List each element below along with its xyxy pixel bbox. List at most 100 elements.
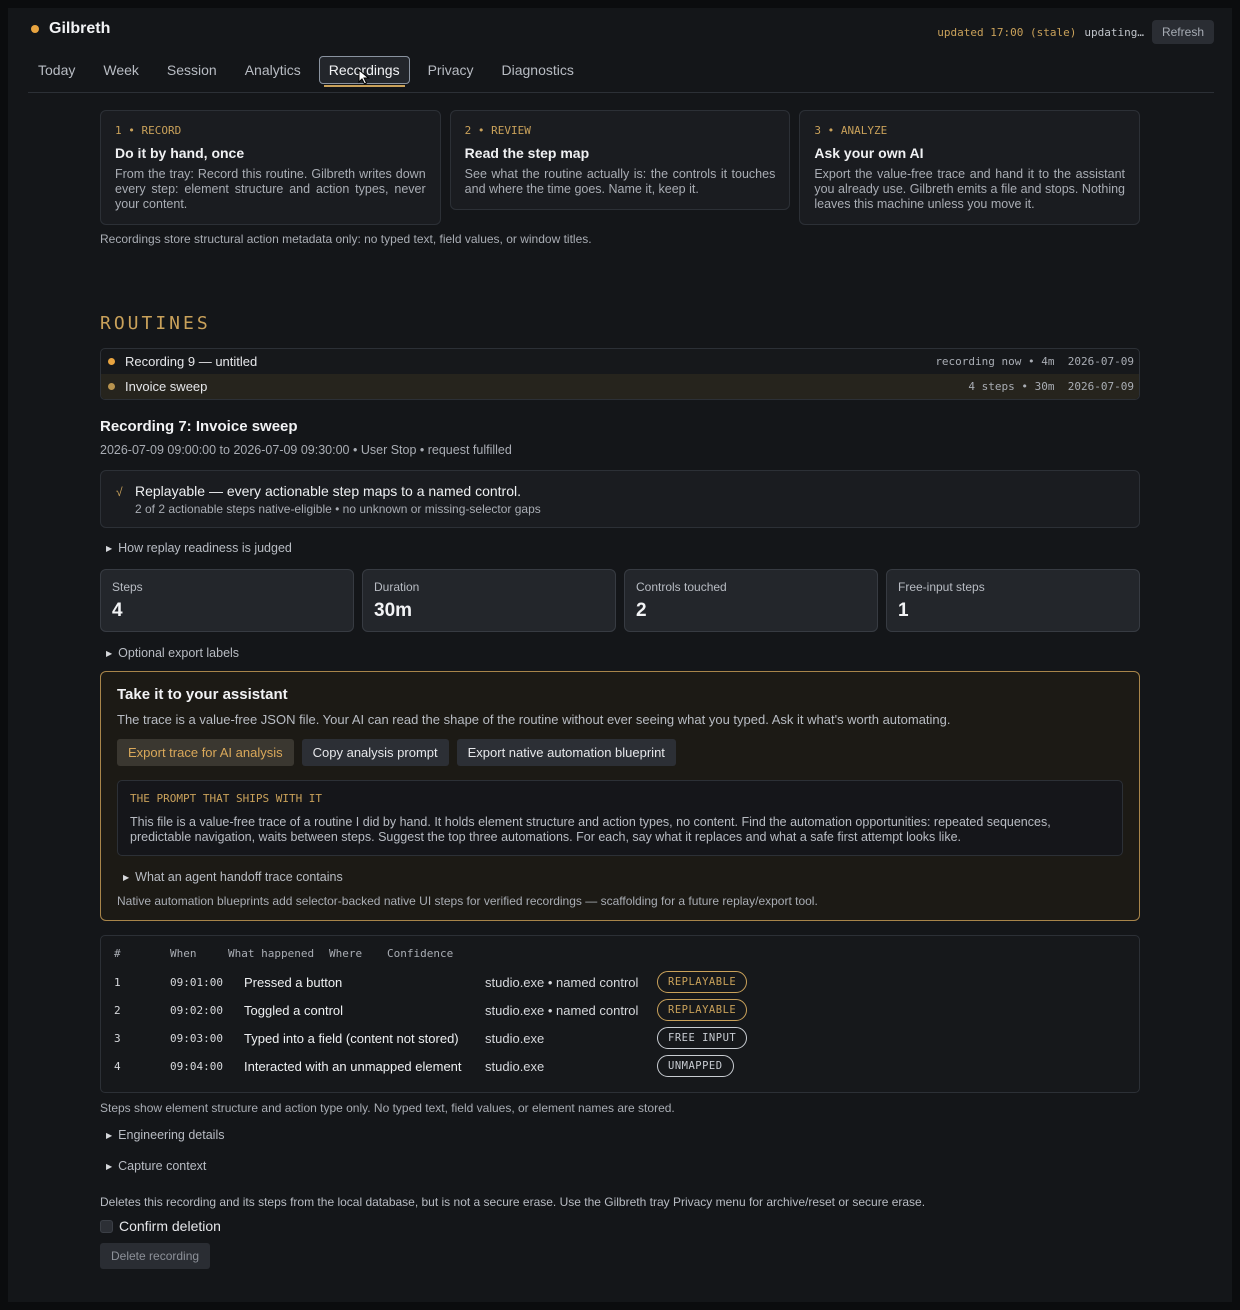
routines-heading: ROUTINES xyxy=(100,313,211,334)
readiness-detail: 2 of 2 actionable steps native-eligible … xyxy=(135,502,541,516)
check-icon: √ xyxy=(116,485,123,499)
routine-name: Recording 9 — untitled xyxy=(125,354,258,369)
routine-status-dot-icon xyxy=(108,383,115,390)
step-body: From the tray: Record this routine. Gilb… xyxy=(115,167,426,211)
triangle-right-icon: ▶ xyxy=(106,1130,113,1140)
step-action: Pressed a button xyxy=(244,974,343,990)
assistant-panel: Take it to your assistant The trace is a… xyxy=(100,671,1140,921)
triangle-right-icon: ▶ xyxy=(106,648,113,658)
stat-value: 30m xyxy=(374,600,413,621)
col-confidence: Confidence xyxy=(387,947,454,960)
stat-label: Free-input steps xyxy=(898,580,985,594)
step-time: 09:03:00 xyxy=(170,1031,223,1045)
readiness-title: Replayable — every actionable step maps … xyxy=(135,483,521,499)
main-content: 1 • RECORD Do it by hand, once From the … xyxy=(100,110,1141,1269)
tab-session[interactable]: Session xyxy=(157,56,227,84)
step-title: Ask your own AI xyxy=(814,145,924,161)
routine-name: Invoice sweep xyxy=(125,379,208,394)
disclosure-label: Capture context xyxy=(118,1159,207,1173)
stat-value: 4 xyxy=(112,600,123,621)
step-title: Read the step map xyxy=(464,145,590,161)
table-row[interactable]: 1 09:01:00 Pressed a button studio.exe •… xyxy=(114,968,1126,996)
tab-today[interactable]: Today xyxy=(28,56,85,84)
tab-divider xyxy=(28,92,1214,93)
recording-title: Recording 7: Invoice sweep xyxy=(100,418,298,435)
status-dot-icon xyxy=(31,25,39,33)
confidence-badge: REPLAYABLE xyxy=(657,999,748,1021)
step-title: Do it by hand, once xyxy=(115,145,245,161)
routine-status-dot-icon xyxy=(108,358,115,365)
tab-privacy[interactable]: Privacy xyxy=(418,56,484,84)
brand: Gilbreth xyxy=(28,20,110,38)
tab-recordings[interactable]: Recordings xyxy=(318,56,410,87)
export-blueprint-button[interactable]: Export native automation blueprint xyxy=(456,739,676,766)
step-number: 1 xyxy=(114,975,121,989)
disclosure-label: Engineering details xyxy=(118,1128,225,1142)
step-label: 1 • RECORD xyxy=(115,124,182,137)
triangle-right-icon: ▶ xyxy=(106,543,113,553)
steps-note: Steps show element structure and action … xyxy=(100,1101,675,1115)
step-body: See what the routine actually is: the co… xyxy=(464,167,776,196)
table-row[interactable]: 4 09:04:00 Interacted with an unmapped e… xyxy=(114,1052,1126,1080)
delete-recording-button[interactable]: Delete recording xyxy=(100,1243,211,1269)
how-it-works: 1 • RECORD Do it by hand, once From the … xyxy=(100,110,1141,225)
stat-card-steps: Steps 4 xyxy=(100,569,354,632)
stat-value: 2 xyxy=(636,600,647,621)
confirm-deletion[interactable]: Confirm deletion xyxy=(100,1218,1140,1234)
confirm-checkbox[interactable] xyxy=(100,1219,113,1233)
triangle-right-icon: ▶ xyxy=(123,872,130,882)
capture-disclosure[interactable]: ▶ Capture context xyxy=(106,1159,1140,1173)
stat-card-duration: Duration 30m xyxy=(362,569,616,632)
stale-status: updated 17:00 (stale) xyxy=(937,25,1077,39)
copy-prompt-button[interactable]: Copy analysis prompt xyxy=(301,739,449,766)
confidence-badge: UNMAPPED xyxy=(657,1055,734,1077)
updating-status: updating… xyxy=(1084,25,1144,39)
routine-row[interactable]: Recording 9 — untitled recording now • 4… xyxy=(101,349,1139,374)
refresh-button[interactable]: Refresh xyxy=(1151,20,1214,44)
tab-bar: Today Week Session Analytics Recordings … xyxy=(28,56,584,87)
routine-row-selected[interactable]: Invoice sweep 4 steps • 30m 2026-07-09 xyxy=(101,374,1139,399)
step-time: 09:04:00 xyxy=(170,1059,223,1073)
disclosure-label: How replay readiness is judged xyxy=(118,541,292,555)
step-time: 09:01:00 xyxy=(170,975,223,989)
table-row[interactable]: 3 09:03:00 Typed into a field (content n… xyxy=(114,1024,1126,1052)
app-title: Gilbreth xyxy=(49,20,111,37)
step-card-review: 2 • REVIEW Read the step map See what th… xyxy=(449,110,791,210)
how-judged-disclosure[interactable]: ▶ How replay readiness is judged xyxy=(106,541,1140,555)
col-when: When xyxy=(170,947,197,960)
prompt-text: This file is a value-free trace of a rou… xyxy=(130,815,1051,844)
step-card-record: 1 • RECORD Do it by hand, once From the … xyxy=(100,110,441,225)
stat-label: Steps xyxy=(112,580,143,594)
col-where: Where xyxy=(329,947,363,960)
stat-card-free-input: Free-input steps 1 xyxy=(886,569,1140,632)
step-label: 3 • ANALYZE xyxy=(814,124,888,137)
recording-subtitle: 2026-07-09 09:00:00 to 2026-07-09 09:30:… xyxy=(100,443,512,457)
disclosure-label: Optional export labels xyxy=(118,646,240,660)
routine-meta: recording now • 4m 2026-07-09 xyxy=(935,355,1134,368)
export-labels-disclosure[interactable]: ▶ Optional export labels xyxy=(106,646,1140,660)
step-number: 2 xyxy=(114,1003,121,1017)
tab-diagnostics[interactable]: Diagnostics xyxy=(491,56,583,84)
handoff-disclosure[interactable]: ▶ What an agent handoff trace contains xyxy=(123,870,1123,884)
tab-analytics[interactable]: Analytics xyxy=(235,56,311,84)
tab-week[interactable]: Week xyxy=(93,56,149,84)
table-row[interactable]: 2 09:02:00 Toggled a control studio.exe … xyxy=(114,996,1126,1024)
confidence-badge: FREE INPUT xyxy=(657,1027,748,1049)
stat-label: Duration xyxy=(374,580,420,594)
stat-label: Controls touched xyxy=(636,580,727,594)
step-location: studio.exe • named control xyxy=(485,1002,639,1018)
table-header: # When What happened Where Confidence xyxy=(114,947,1126,960)
step-location: studio.exe xyxy=(485,1058,545,1074)
engineering-disclosure[interactable]: ▶ Engineering details xyxy=(106,1128,1140,1142)
assistant-description: The trace is a value-free JSON file. You… xyxy=(117,712,951,727)
step-body: Export the value-free trace and hand it … xyxy=(814,167,1126,211)
col-what: What happened xyxy=(228,947,315,960)
step-time: 09:02:00 xyxy=(170,1003,223,1017)
export-trace-button[interactable]: Export trace for AI analysis xyxy=(117,739,294,766)
steps-table: # When What happened Where Confidence 1 … xyxy=(100,935,1140,1093)
assistant-title: Take it to your assistant xyxy=(117,686,288,703)
privacy-note: Recordings store structural action metad… xyxy=(100,232,592,246)
status-area: updated 17:00 (stale) updating… Refresh xyxy=(937,20,1214,44)
prompt-box: THE PROMPT THAT SHIPS WITH IT This file … xyxy=(117,780,1123,856)
confidence-badge: REPLAYABLE xyxy=(657,971,748,993)
